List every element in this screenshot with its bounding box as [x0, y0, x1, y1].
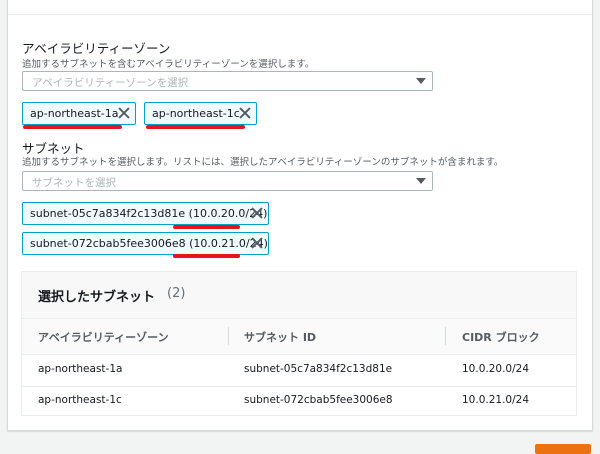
- cell-cidr: 10.0.21.0/24: [462, 394, 529, 406]
- annotation-underline: [146, 125, 245, 129]
- remove-icon[interactable]: [250, 206, 264, 220]
- cell-az: ap-northeast-1a: [38, 363, 123, 375]
- annotation-underline: [23, 125, 122, 129]
- remove-icon[interactable]: [238, 106, 252, 120]
- subnet-token-label: subnet-072cbab5fee3006e8 (10.0.21.0/24): [30, 237, 268, 250]
- column-divider: [228, 327, 229, 345]
- caret-down-icon: [416, 178, 426, 184]
- selected-subnets-table: 選択したサブネット (2) アベイラビリティーゾーン サブネット ID CIDR…: [21, 271, 577, 416]
- subnet-token-label: subnet-05c7a834f2c13d81e (10.0.20.0/24): [30, 207, 267, 220]
- az-token-label: ap-northeast-1c: [152, 107, 240, 120]
- caret-down-icon: [416, 78, 426, 84]
- annotation-underline: [173, 254, 240, 258]
- subnet-select[interactable]: サブネットを選択: [22, 171, 433, 191]
- subnet-token-2: subnet-072cbab5fee3006e8 (10.0.21.0/24): [22, 232, 269, 255]
- subnet-token-1: subnet-05c7a834f2c13d81e (10.0.20.0/24): [22, 202, 269, 225]
- subnet-select-placeholder: サブネットを選択: [32, 177, 116, 189]
- table-row: ap-northeast-1a subnet-05c7a834f2c13d81e…: [22, 355, 576, 387]
- column-headers: アベイラビリティーゾーン サブネット ID CIDR ブロック: [22, 319, 576, 355]
- cell-subnet-id: subnet-05c7a834f2c13d81e: [244, 363, 393, 375]
- subnet-description: 追加するサブネットを選択します。リストには、選択したアベイラビリティーゾーンのサ…: [22, 157, 504, 168]
- subnet-token-id: subnet-072cbab5fee3006e8: [30, 237, 186, 250]
- subnet-token-id: subnet-05c7a834f2c13d81e: [30, 207, 186, 220]
- table-header: 選択したサブネット (2): [22, 272, 576, 319]
- form-panel: アベイラビリティーゾーン 追加するサブネットを含むアベイラビリティーゾーンを選択…: [7, 0, 593, 431]
- az-token-label: ap-northeast-1a: [30, 107, 119, 120]
- cell-cidr: 10.0.20.0/24: [462, 363, 529, 375]
- top-divider: [8, 14, 592, 15]
- column-header-cidr[interactable]: CIDR ブロック: [462, 329, 540, 345]
- primary-button[interactable]: [535, 444, 591, 454]
- cell-subnet-id: subnet-072cbab5fee3006e8: [244, 394, 393, 406]
- annotation-underline: [173, 225, 240, 229]
- remove-icon[interactable]: [117, 106, 131, 120]
- column-header-az[interactable]: アベイラビリティーゾーン: [38, 329, 169, 345]
- remove-icon[interactable]: [250, 236, 264, 250]
- az-token-1c: ap-northeast-1c: [144, 102, 257, 125]
- az-select[interactable]: アベイラビリティーゾーンを選択: [22, 71, 433, 91]
- column-header-subnet-id[interactable]: サブネット ID: [244, 329, 316, 345]
- az-description: 追加するサブネットを含むアベイラビリティーゾーンを選択します。: [22, 59, 315, 70]
- column-divider: [445, 327, 446, 345]
- az-label: アベイラビリティーゾーン: [22, 41, 171, 56]
- cell-az: ap-northeast-1c: [38, 394, 122, 406]
- az-token-1a: ap-northeast-1a: [22, 102, 136, 125]
- az-select-placeholder: アベイラビリティーゾーンを選択: [32, 77, 189, 89]
- table-row: ap-northeast-1c subnet-072cbab5fee3006e8…: [22, 386, 576, 417]
- table-count: (2): [167, 286, 186, 301]
- table-title: 選択したサブネット: [38, 290, 156, 305]
